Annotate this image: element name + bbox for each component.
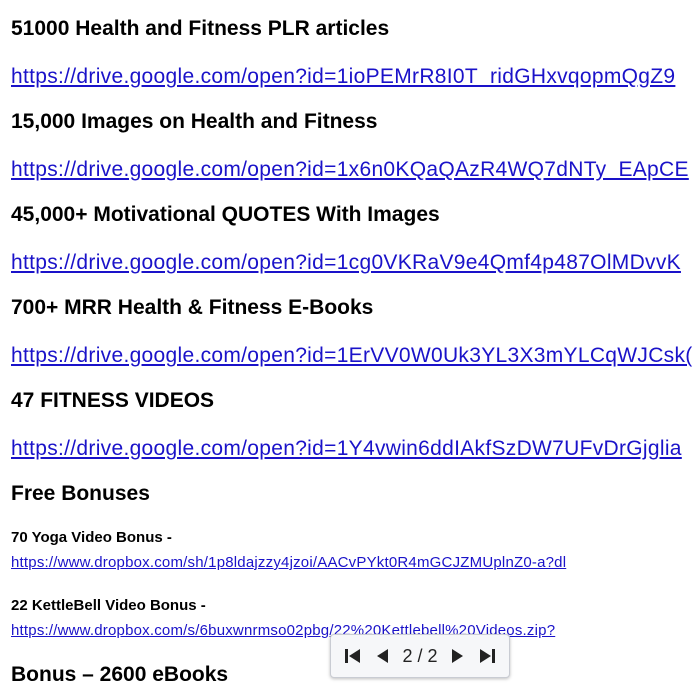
- page-indicator: 2 / 2: [402, 645, 438, 666]
- link-images[interactable]: https://drive.google.com/open?id=1x6n0KQ…: [11, 157, 689, 183]
- heading-ebooks: 700+ MRR Health & Fitness E-Books: [11, 296, 374, 319]
- page-navigation-toolbar: 2 / 2: [330, 634, 510, 678]
- last-page-icon[interactable]: [476, 645, 498, 667]
- heading-plr-articles: 51000 Health and Fitness PLR articles: [11, 17, 390, 40]
- link-yoga-bonus[interactable]: https://www.dropbox.com/sh/1p8ldajzzy4jz…: [11, 553, 566, 572]
- link-ebooks[interactable]: https://drive.google.com/open?id=1ErVV0W…: [11, 343, 693, 369]
- heading-quotes: 45,000+ Motivational QUOTES With Images: [11, 203, 440, 226]
- link-quotes[interactable]: https://drive.google.com/open?id=1cg0VKR…: [11, 250, 681, 276]
- previous-page-icon[interactable]: [372, 645, 394, 667]
- heading-fitness-videos: 47 FITNESS VIDEOS: [11, 389, 215, 412]
- heading-images: 15,000 Images on Health and Fitness: [11, 110, 378, 133]
- heading-yoga-bonus: 70 Yoga Video Bonus -: [11, 529, 172, 546]
- heading-ebooks-bonus: Bonus – 2600 eBooks: [11, 663, 229, 686]
- document-page: 51000 Health and Fitness PLR articles ht…: [0, 0, 693, 689]
- link-plr-articles[interactable]: https://drive.google.com/open?id=1ioPEMr…: [11, 64, 675, 90]
- first-page-icon[interactable]: [342, 645, 364, 667]
- next-page-icon[interactable]: [446, 645, 468, 667]
- link-fitness-videos[interactable]: https://drive.google.com/open?id=1Y4vwin…: [11, 436, 682, 462]
- heading-kettlebell-bonus: 22 KettleBell Video Bonus -: [11, 597, 206, 614]
- heading-free-bonuses: Free Bonuses: [11, 482, 150, 505]
